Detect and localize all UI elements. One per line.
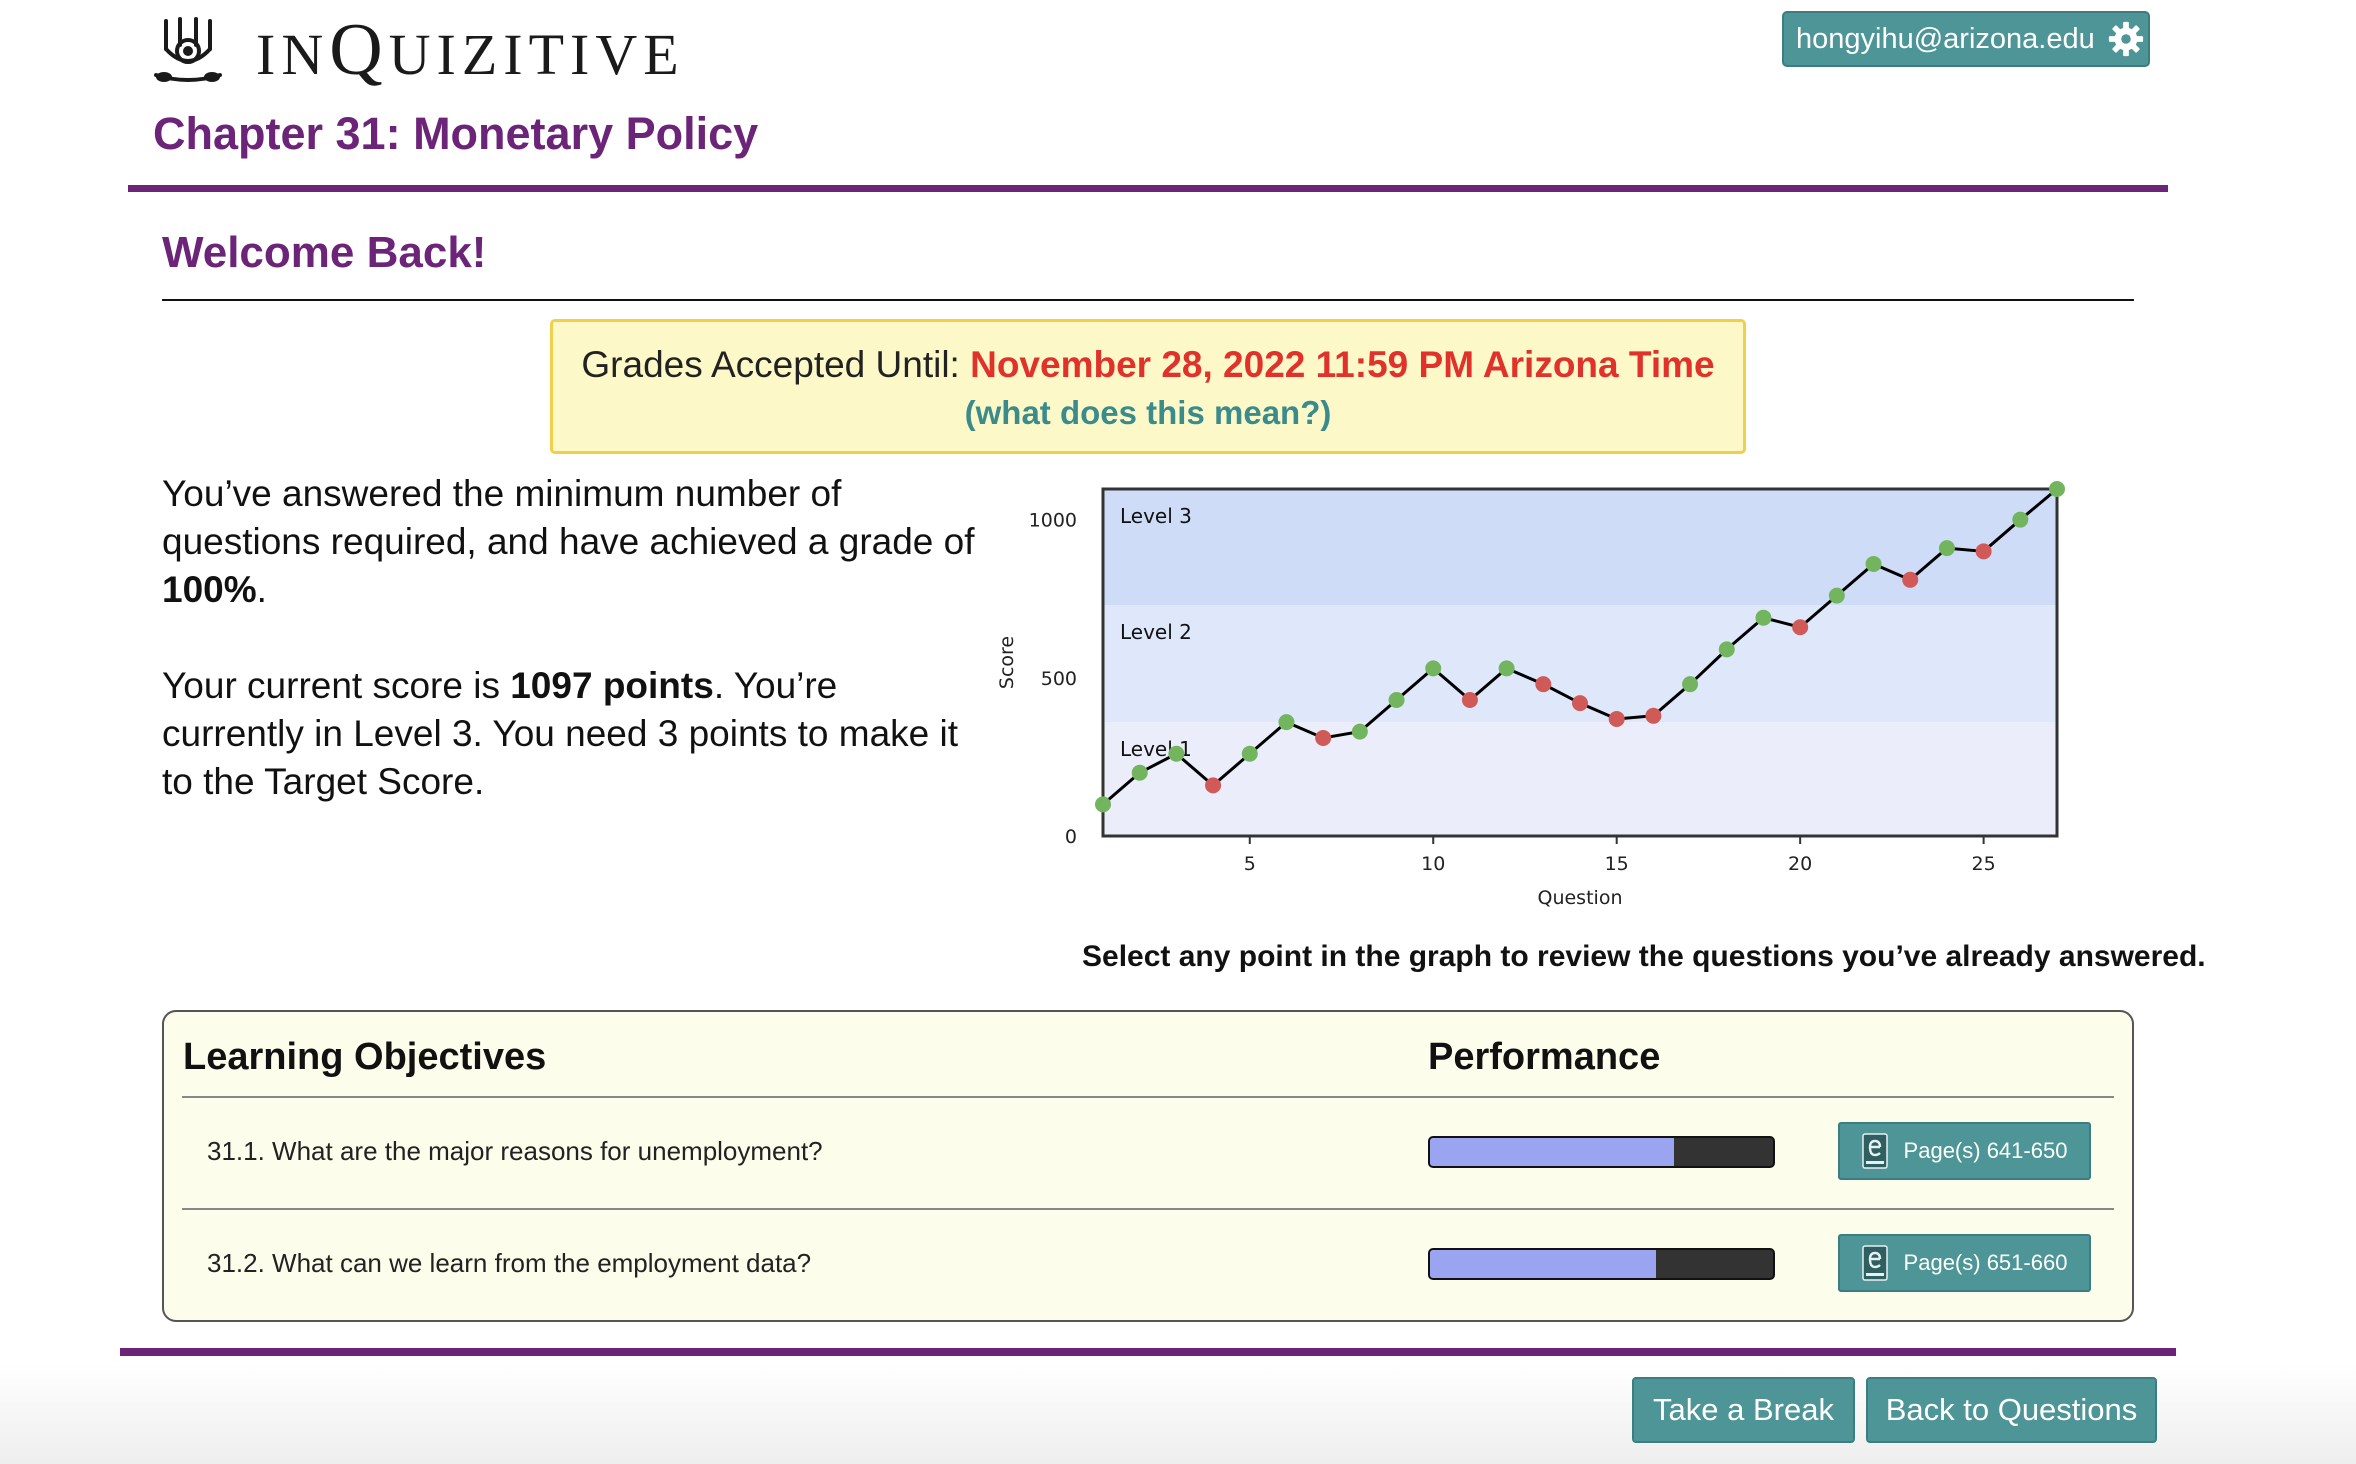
performance-fill [1430, 1250, 1657, 1278]
score-point-incorrect[interactable] [1461, 691, 1478, 708]
performance-bar [1428, 1136, 1775, 1168]
score-point-incorrect[interactable] [1535, 676, 1552, 693]
score-point-correct[interactable] [1388, 691, 1405, 708]
grade-value: 100% [162, 569, 257, 610]
plot-frame [1101, 487, 2059, 838]
what-does-this-mean-link[interactable]: (what does this mean?) [965, 394, 1332, 432]
score-point-correct[interactable] [1865, 555, 1882, 572]
x-tick-label: 20 [1788, 853, 1812, 875]
back-to-questions-button[interactable]: Back to Questions [1866, 1377, 2157, 1443]
grades-label: Grades Accepted Until: [581, 344, 971, 385]
performance-header: Performance [1428, 1036, 1661, 1078]
welcome-divider [162, 299, 2134, 301]
bunny-logo-icon [154, 17, 222, 82]
gear-icon [2108, 21, 2143, 57]
level-label: Level 2 [1120, 620, 1192, 644]
score-point-correct[interactable] [1682, 676, 1699, 693]
score-point-correct[interactable] [1131, 764, 1148, 781]
ebook-icon [1861, 1245, 1888, 1281]
x-tick-label: 15 [1605, 853, 1629, 875]
score-summary: Your current score is 1097 points. You’r… [162, 665, 959, 802]
score-point-incorrect[interactable] [1572, 695, 1588, 712]
grades-deadline-line: Grades Accepted Until: November 28, 2022… [553, 344, 1743, 386]
take-a-break-button[interactable]: Take a Break [1632, 1377, 1855, 1443]
objective-row: 31.1. What are the major reasons for une… [164, 1098, 2132, 1208]
y-tick-label: 500 [1041, 668, 1077, 690]
score-value: 1097 points [510, 665, 714, 706]
level-band [1103, 489, 2057, 606]
page-range-label: Page(s) 651-660 [1903, 1250, 2068, 1275]
score-point-incorrect[interactable] [1205, 777, 1222, 794]
objective-row: 31.2. What can we learn from the employm… [164, 1210, 2132, 1320]
y-tick-label: 1000 [1029, 510, 1077, 532]
level-band [1103, 722, 2057, 836]
score-point-correct[interactable] [2049, 481, 2065, 497]
score-point-incorrect[interactable] [1975, 543, 1992, 560]
score-point-incorrect[interactable] [1792, 619, 1809, 636]
score-point-correct[interactable] [1938, 540, 1955, 557]
ebook-pages-button[interactable]: Page(s) 641-650 [1838, 1122, 2091, 1180]
grades-deadline-notice: Grades Accepted Until: November 28, 2022… [550, 319, 1746, 454]
objective-label: 31.1. What are the major reasons for une… [207, 1136, 823, 1166]
logo-wordmark: INQUIZITIVE [256, 9, 685, 91]
x-tick-label: 25 [1972, 853, 1996, 875]
score-point-correct[interactable] [2012, 511, 2029, 528]
user-account-button[interactable]: hongyihu@arizona.edu [1782, 11, 2150, 67]
score-point-correct[interactable] [1278, 714, 1295, 731]
performance-fill [1430, 1138, 1674, 1166]
score-point-correct[interactable] [1828, 587, 1845, 604]
score-point-correct[interactable] [1498, 660, 1515, 677]
score-point-correct[interactable] [1241, 745, 1258, 762]
level-label: Level 3 [1120, 504, 1192, 528]
score-point-incorrect[interactable] [1608, 710, 1625, 727]
grades-deadline: November 28, 2022 11:59 PM Arizona Time [970, 344, 1715, 385]
score-point-correct[interactable] [1718, 641, 1735, 658]
learning-objectives-header: Learning Objectives [183, 1036, 547, 1078]
footer-divider [120, 1348, 2176, 1356]
score-point-correct[interactable] [1351, 723, 1368, 740]
chapter-title: Chapter 31: Monetary Policy [153, 108, 759, 159]
user-email: hongyihu@arizona.edu [1796, 22, 2095, 55]
y-axis-label: Score [996, 636, 1018, 689]
progress-summary: You’ve answered the minimum number of qu… [162, 470, 982, 806]
x-axis-label: Question [1538, 887, 1623, 909]
score-point-correct[interactable] [1095, 796, 1111, 813]
inquizitive-logo: INQUIZITIVE [150, 9, 685, 91]
objective-label: 31.2. What can we learn from the employm… [207, 1248, 812, 1278]
x-tick-label: 10 [1421, 853, 1445, 875]
y-tick-label: 0 [1065, 826, 1077, 848]
score-point-incorrect[interactable] [1902, 571, 1919, 588]
learning-objectives-panel: Learning Objectives Performance 31.1. Wh… [162, 1010, 2134, 1322]
ebook-icon [1861, 1133, 1888, 1169]
performance-bar [1428, 1248, 1775, 1280]
welcome-heading: Welcome Back! [162, 228, 487, 277]
page-range-label: Page(s) 641-650 [1903, 1138, 2068, 1163]
x-tick-label: 5 [1244, 853, 1256, 875]
header-divider [128, 185, 2168, 192]
score-point-incorrect[interactable] [1645, 707, 1662, 724]
chart-hint: Select any point in the graph to review … [1082, 940, 2206, 973]
score-point-correct[interactable] [1755, 609, 1772, 626]
score-point-correct[interactable] [1425, 660, 1442, 677]
score-point-incorrect[interactable] [1315, 729, 1332, 746]
score-point-correct[interactable] [1168, 745, 1185, 762]
ebook-pages-button[interactable]: Page(s) 651-660 [1838, 1234, 2091, 1292]
grade-summary: You’ve answered the minimum number of qu… [162, 473, 975, 610]
